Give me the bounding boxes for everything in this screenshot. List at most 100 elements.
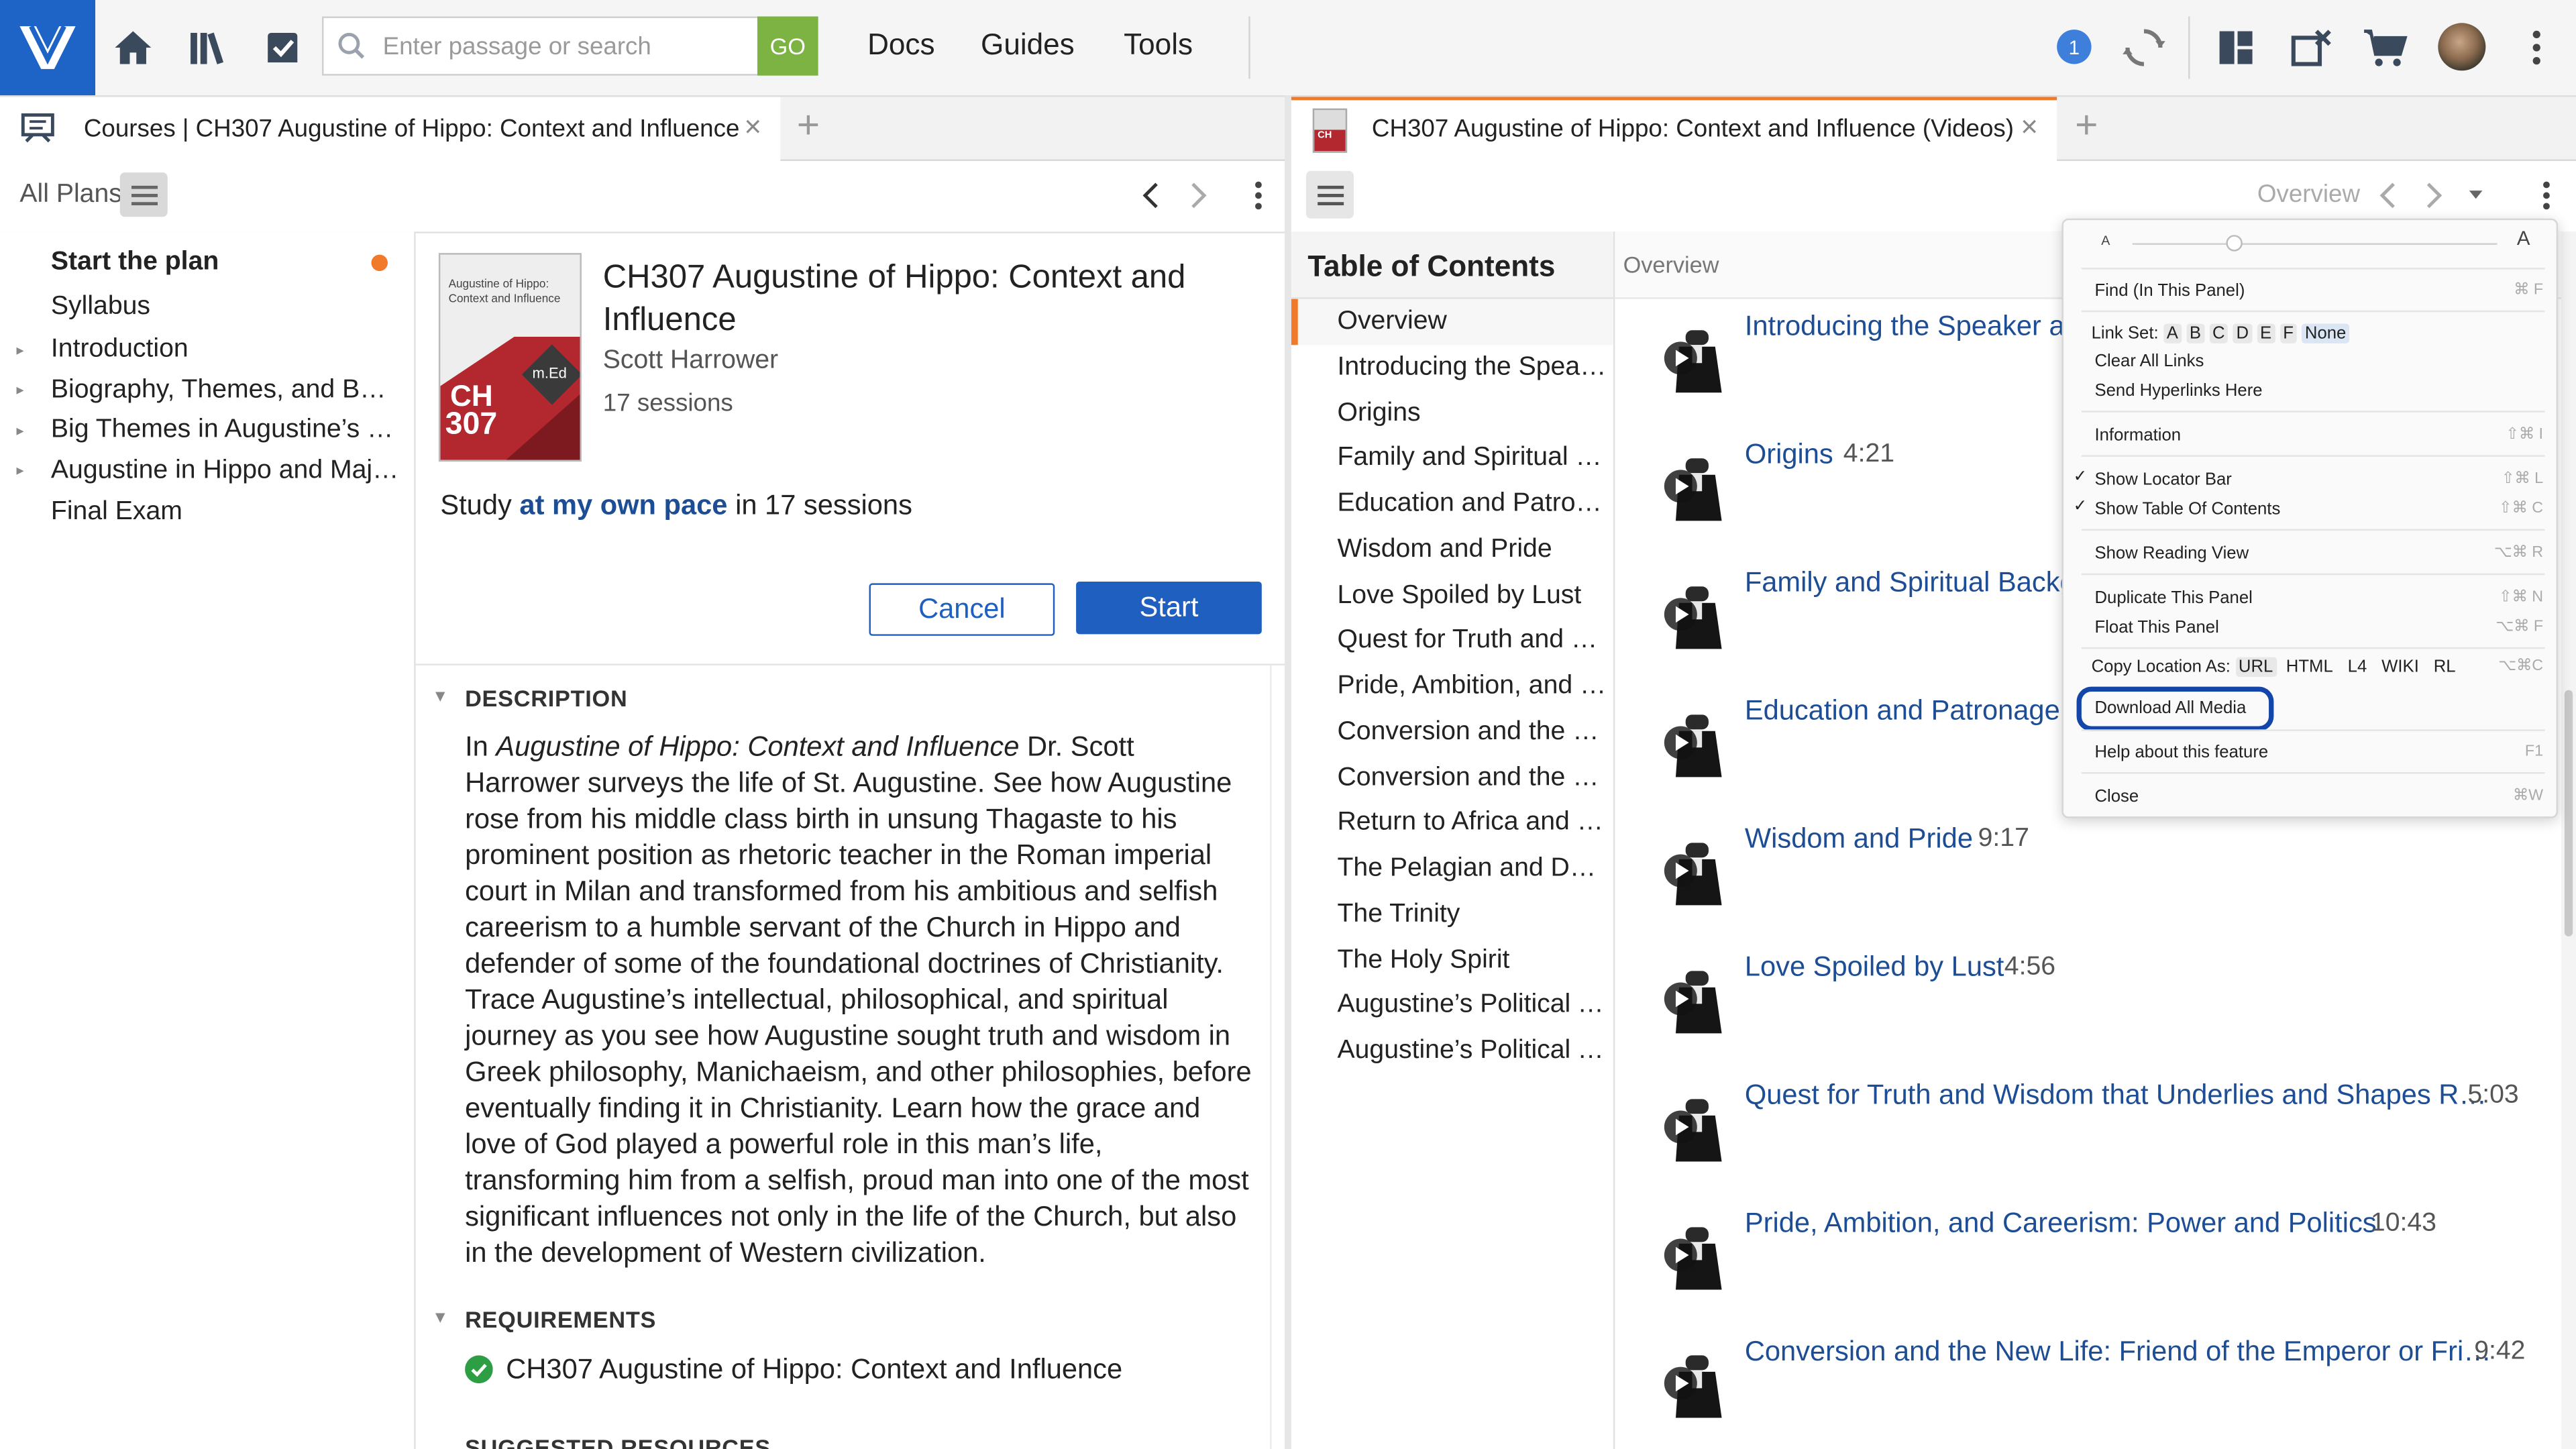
sidebar-item-syllabus[interactable]: Syllabus — [51, 292, 399, 322]
layouts-icon[interactable] — [2208, 19, 2263, 75]
toc-item[interactable]: Love Spoiled by Lust — [1337, 582, 1607, 611]
menu-find[interactable]: Find (In This Panel) — [2094, 281, 2245, 301]
toc-item[interactable]: Family and Spiritual Background — [1337, 443, 1607, 473]
menu-tools[interactable]: Tools — [1124, 28, 1193, 62]
video-thumbnail[interactable] — [1636, 830, 1731, 912]
video-thumbnail[interactable] — [1636, 445, 1731, 527]
back-arrow-icon[interactable] — [1140, 180, 1160, 210]
toc-item[interactable]: Origins — [1337, 399, 1607, 429]
add-tab-button[interactable]: + — [2075, 103, 2098, 150]
toc-item[interactable]: The Pelagian and Donatist Controversies — [1337, 854, 1607, 883]
reading-plan-icon[interactable] — [255, 19, 311, 75]
link-set-none[interactable]: None — [2301, 323, 2350, 343]
menu-information[interactable]: Information — [2094, 425, 2181, 445]
copy-as-url[interactable]: URL — [2235, 657, 2277, 677]
search-input[interactable] — [382, 17, 755, 74]
toc-item[interactable]: Return to Africa and the Church — [1337, 808, 1607, 838]
link-set-d[interactable]: D — [2233, 323, 2253, 343]
panel-menu-icon[interactable] — [1254, 180, 1264, 210]
cart-icon[interactable] — [2357, 19, 2413, 75]
video-link[interactable]: Education and Patronage — [1745, 695, 2060, 728]
copy-as-rl[interactable]: RL — [2428, 657, 2461, 677]
menu-show-locator[interactable]: Show Locator Bar — [2094, 470, 2231, 489]
toc-item[interactable]: Pride, Ambition, and Careerism — [1337, 672, 1607, 702]
toc-item[interactable]: Education and Patronage — [1337, 490, 1607, 519]
menu-reading-view[interactable]: Show Reading View — [2094, 544, 2249, 564]
forward-arrow-icon[interactable] — [1189, 180, 1209, 210]
menu-download-all-media[interactable]: Download All Media — [2094, 698, 2246, 718]
font-size-slider[interactable] — [2132, 243, 2498, 245]
menu-docs[interactable]: Docs — [867, 28, 934, 62]
link-set-a[interactable]: A — [2163, 323, 2182, 343]
toc-item[interactable]: Conversion and the New Life — [1337, 718, 1607, 747]
toc-item[interactable]: Wisdom and Pride — [1337, 535, 1607, 565]
link-set-f[interactable]: F — [2279, 323, 2297, 343]
toc-item[interactable]: The Holy Spirit — [1337, 947, 1607, 976]
more-vertical-icon[interactable] — [2509, 19, 2565, 75]
video-link[interactable]: Pride, Ambition, and Careerism: Power an… — [1745, 1208, 2377, 1240]
toc-toggle-icon[interactable] — [1305, 170, 1354, 219]
notification-badge[interactable]: 1 — [2057, 30, 2092, 64]
toc-item[interactable]: Augustine’s Political Theology — [1337, 991, 1607, 1020]
expand-caret-icon[interactable]: ▸ — [16, 341, 23, 360]
close-icon[interactable]: × — [2021, 110, 2038, 144]
collapse-caret-icon[interactable]: ▼ — [432, 1309, 448, 1328]
sidebar-item-start[interactable]: Start the plan — [51, 248, 399, 278]
start-button[interactable]: Start — [1076, 581, 1262, 635]
sidebar-item-big-themes[interactable]: Big Themes in Augustine’s Life — [51, 416, 399, 445]
expand-caret-icon[interactable]: ▸ — [16, 422, 23, 440]
link-set-c[interactable]: C — [2209, 323, 2229, 343]
sidebar-item-biography[interactable]: Biography, Themes, and Background — [51, 376, 399, 406]
back-arrow-icon[interactable] — [2377, 180, 2397, 210]
video-thumbnail[interactable] — [1636, 1086, 1731, 1168]
sidebar-item-final-exam[interactable]: Final Exam — [51, 498, 399, 527]
video-link[interactable]: Love Spoiled by Lust — [1745, 951, 2004, 984]
toc-item[interactable]: The Trinity — [1337, 900, 1607, 930]
menu-close[interactable]: Close — [2094, 787, 2139, 806]
home-icon[interactable] — [105, 19, 161, 75]
panel-splitter[interactable] — [1285, 95, 1291, 1449]
video-link[interactable]: Conversion and the New Life: Friend of t… — [1745, 1336, 2491, 1368]
toc-item[interactable]: Quest for Truth and Wisdom — [1337, 626, 1607, 655]
requirement-item[interactable]: CH307 Augustine of Hippo: Context and In… — [506, 1354, 1122, 1387]
menu-show-toc[interactable]: Show Table Of Contents — [2094, 499, 2280, 519]
search-box[interactable]: GO — [322, 16, 818, 76]
logos-logo-icon[interactable] — [0, 0, 96, 96]
link-set-e[interactable]: E — [2257, 323, 2275, 343]
pace-link[interactable]: at my own pace — [519, 490, 727, 521]
video-link[interactable]: Wisdom and Pride — [1745, 823, 1973, 856]
copy-as-l4[interactable]: L4 — [2343, 657, 2371, 677]
sidebar-item-hippo[interactable]: Augustine in Hippo and Major Works — [51, 457, 399, 486]
sidebar-item-introduction[interactable]: Introduction — [51, 335, 399, 365]
avatar[interactable] — [2438, 23, 2486, 71]
library-icon[interactable] — [180, 19, 236, 75]
menu-duplicate-panel[interactable]: Duplicate This Panel — [2094, 588, 2252, 608]
dropdown-arrow-icon[interactable] — [2467, 189, 2483, 201]
video-link[interactable]: Quest for Truth and Wisdom that Underlie… — [1745, 1079, 2487, 1112]
video-thumbnail[interactable] — [1636, 574, 1731, 655]
expand-caret-icon[interactable]: ▸ — [16, 462, 23, 480]
sync-icon[interactable] — [2116, 19, 2171, 75]
toc-item[interactable]: Overview — [1337, 307, 1607, 337]
menu-help[interactable]: Help about this feature — [2094, 743, 2268, 762]
menu-float-panel[interactable]: Float This Panel — [2094, 618, 2218, 637]
cancel-button[interactable]: Cancel — [869, 583, 1055, 636]
font-size-slider-handle[interactable] — [2226, 235, 2243, 252]
panel-menu-icon[interactable] — [2542, 180, 2552, 210]
video-thumbnail[interactable] — [1636, 317, 1731, 399]
close-icon[interactable]: × — [744, 110, 761, 144]
toc-item[interactable]: Introducing the Speaker and the Course — [1337, 354, 1607, 383]
menu-clear-links[interactable]: Clear All Links — [2094, 352, 2204, 371]
locator-overview[interactable]: Overview — [2257, 180, 2360, 209]
link-set-b[interactable]: B — [2186, 323, 2204, 343]
toc-item[interactable]: Conversion and the New Life — [1337, 764, 1607, 794]
video-thumbnail[interactable] — [1636, 1342, 1731, 1424]
video-thumbnail[interactable] — [1636, 702, 1731, 784]
scrollbar-thumb[interactable] — [2564, 690, 2573, 936]
menu-send-hyperlinks[interactable]: Send Hyperlinks Here — [2094, 381, 2262, 400]
all-plans-link[interactable]: All Plans — [19, 180, 121, 210]
go-button[interactable]: GO — [757, 16, 818, 76]
forward-arrow-icon[interactable] — [2425, 180, 2445, 210]
video-thumbnail[interactable] — [1636, 1214, 1731, 1296]
menu-guides[interactable]: Guides — [981, 28, 1075, 62]
